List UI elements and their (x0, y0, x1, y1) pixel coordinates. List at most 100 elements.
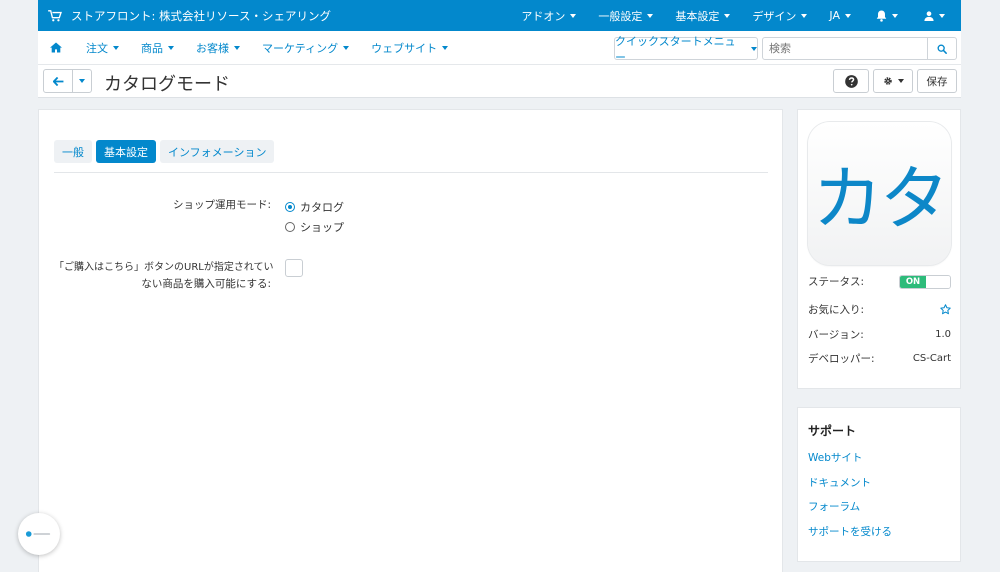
chevron-down-icon (845, 13, 851, 18)
settings-panel: 一般 基本設定 インフォメーション ショップ運用モード: カタログ ショップ 「… (38, 109, 783, 572)
nav-products[interactable]: 商品 (130, 40, 185, 56)
version-label: バージョン: (808, 329, 864, 341)
chevron-down-icon (897, 79, 904, 83)
gear-icon (883, 77, 892, 85)
chevron-down-icon (343, 45, 350, 50)
radio-option-shop[interactable]: ショップ (285, 219, 344, 235)
nav-products-label: 商品 (141, 41, 163, 55)
search-icon (937, 44, 947, 54)
radio-option-catalog[interactable]: カタログ (285, 199, 344, 215)
page-title: カタログモード (104, 74, 230, 95)
cart-icon (48, 9, 62, 21)
arrow-left-icon (52, 76, 63, 86)
nav-marketing[interactable]: マーケティング (251, 40, 360, 56)
nav-website-label: ウェブサイト (371, 41, 438, 55)
nav-orders-label: 注文 (86, 41, 108, 55)
page-header: カタログモード 保存 (38, 65, 961, 98)
support-heading: サポート (808, 424, 857, 438)
shop-mode-label: ショップ運用モード: (172, 199, 271, 211)
star-outline-icon[interactable] (940, 304, 951, 315)
menu-basic-settings[interactable]: 基本設定 (664, 0, 741, 31)
developer-value: CS-Cart (912, 353, 951, 364)
radio-button-catalog[interactable] (285, 202, 295, 212)
user-menu-button[interactable] (912, 0, 961, 31)
tab-basic-settings[interactable]: 基本設定 (96, 140, 156, 163)
buy-now-label: 「ご購入はこちら」ボタンのURLが指定されてい ない商品を購入可能にする: (54, 259, 274, 293)
buy-now-label-line-1: 「ご購入はこちら」ボタンのURLが指定されてい (54, 262, 274, 273)
nav-customers-label: お客様 (196, 41, 229, 55)
storefront-label: ストアフロント: 株式会社リソース・シェアリング (71, 8, 331, 23)
tab-bar: 一般 基本設定 インフォメーション (54, 140, 275, 163)
home-icon[interactable] (49, 42, 63, 53)
quickstart-menu-button[interactable]: クイックスタートメニュー (614, 35, 758, 64)
language-label: JA (829, 9, 840, 22)
status-label: ステータス: (808, 276, 865, 288)
favorite-label: お気に入り: (808, 304, 865, 316)
version-row: バージョン: 1.0 (808, 327, 951, 342)
menu-basic-settings-label: 基本設定 (675, 9, 720, 23)
developer-row: デベロッパー: CS-Cart (808, 351, 951, 366)
settings-dropdown-button[interactable] (873, 69, 913, 93)
tab-general[interactable]: 一般 (54, 140, 92, 163)
nav-customers[interactable]: お客様 (185, 40, 251, 56)
chevron-down-icon (168, 45, 174, 50)
radio-label-catalog: カタログ (300, 201, 344, 214)
addon-icon: カタ (808, 122, 951, 265)
radio-label-shop: ショップ (300, 221, 344, 234)
chevron-down-icon (570, 13, 577, 18)
nav-marketing-label: マーケティング (262, 41, 339, 55)
status-row: ステータス: ON (808, 274, 951, 289)
user-icon (924, 10, 934, 21)
nav-orders[interactable]: 注文 (75, 40, 130, 56)
chevron-down-icon (939, 13, 945, 18)
tab-information[interactable]: インフォメーション (160, 140, 275, 163)
menu-addons[interactable]: アドオン (510, 0, 587, 31)
question-circle-icon (844, 74, 858, 88)
menu-design[interactable]: デザイン (741, 0, 818, 31)
version-value: 1.0 (935, 329, 951, 340)
search-input[interactable] (762, 37, 928, 60)
status-toggle-off (926, 275, 950, 288)
nav-website[interactable]: ウェブサイト (360, 40, 459, 56)
support-link-get-support[interactable]: サポートを受ける (808, 524, 892, 539)
buy-now-label-line-2: ない商品を購入可能にする: (141, 278, 271, 290)
support-panel: サポート Webサイト ドキュメント フォーラム サポートを受ける (797, 407, 961, 562)
chevron-down-icon (892, 13, 898, 18)
notifications-button[interactable] (862, 0, 912, 31)
back-button[interactable] (43, 69, 73, 93)
chevron-down-icon (442, 45, 449, 50)
addon-info-panel: カタ ステータス: ON お気に入り: バージョン: 1.0 デベロッパー: C… (797, 109, 961, 389)
status-toggle-on: ON (900, 275, 926, 288)
buy-now-checkbox[interactable] (285, 259, 303, 277)
quickstart-label: クイックスタートメニュー (615, 34, 736, 64)
chevron-down-icon (751, 46, 757, 51)
floating-widget-button[interactable] (18, 513, 60, 555)
chevron-down-icon (234, 45, 240, 50)
menu-general-settings[interactable]: 一般設定 (587, 0, 664, 31)
favorite-row: お気に入り: (808, 302, 951, 317)
developer-label: デベロッパー: (808, 353, 875, 365)
support-link-website[interactable]: Webサイト (808, 450, 862, 465)
chevron-down-icon (647, 13, 654, 18)
save-button[interactable]: 保存 (917, 69, 957, 93)
back-dropdown-button[interactable] (72, 69, 92, 93)
radio-button-shop[interactable] (285, 222, 295, 232)
chevron-down-icon (801, 13, 808, 18)
search-button[interactable] (927, 37, 957, 60)
support-link-forum[interactable]: フォーラム (808, 499, 860, 514)
tab-divider (54, 172, 768, 173)
bell-icon (876, 10, 887, 22)
top-admin-bar: ストアフロント: 株式会社リソース・シェアリング アドオン 一般設定 基本設定 … (38, 0, 961, 31)
chevron-down-icon (724, 13, 731, 18)
help-button[interactable] (833, 69, 869, 93)
menu-general-settings-label: 一般設定 (598, 9, 643, 23)
main-navigation: 注文 商品 お客様 マーケティング ウェブサイト クイックスタートメニュー (38, 31, 961, 65)
menu-addons-label: アドオン (521, 9, 566, 23)
storefront-selector[interactable]: ストアフロント: 株式会社リソース・シェアリング (38, 8, 331, 24)
menu-design-label: デザイン (752, 9, 797, 23)
widget-logo-icon (25, 531, 51, 537)
status-toggle[interactable]: ON (899, 274, 951, 289)
chevron-down-icon (113, 45, 119, 50)
language-selector[interactable]: JA (818, 0, 862, 31)
support-link-documentation[interactable]: ドキュメント (808, 475, 871, 490)
